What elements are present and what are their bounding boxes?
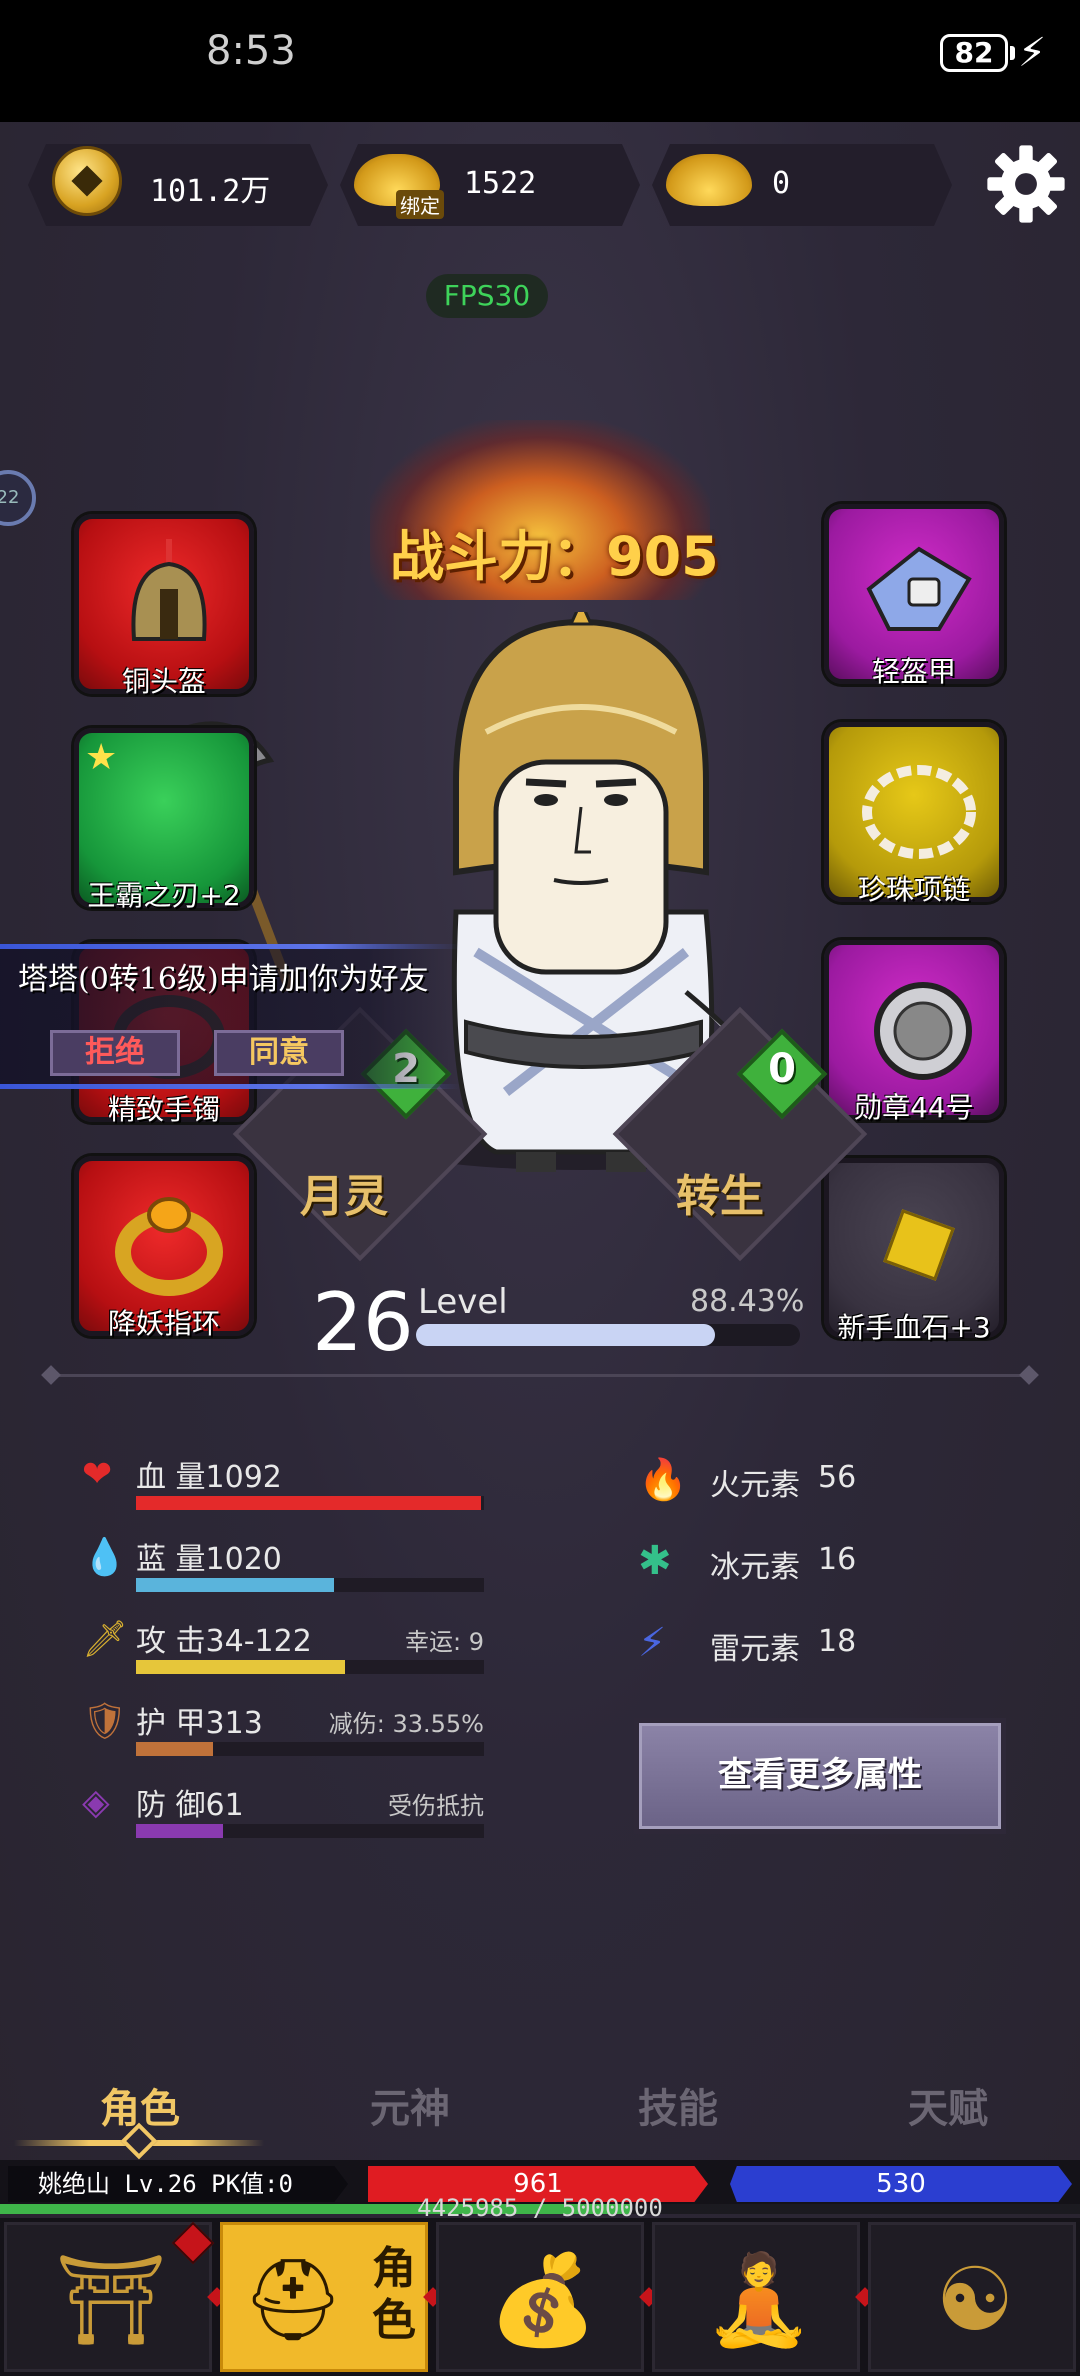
stat-name: 血 量1092: [136, 1460, 282, 1495]
nav-item[interactable]: ⛑ 角色: [220, 2222, 428, 2372]
element-value: 56: [818, 1460, 857, 1495]
rebirth-count: 0: [768, 1046, 796, 1092]
light-armor-icon: [866, 546, 972, 631]
equip-label-weapon: 王霸之刃+2: [87, 879, 241, 912]
accept-button[interactable]: 同意: [214, 1030, 344, 1076]
game-screen: { "status_bar": {"time": "8:53", "batter…: [0, 0, 1080, 2376]
star-icon: ★: [85, 737, 118, 778]
stat-fill: [136, 1496, 481, 1510]
shield-icon: 🛡: [82, 1701, 128, 1742]
lightning-icon: ⚡: [638, 1620, 667, 1666]
combat-power-value: 905: [606, 525, 719, 588]
element-value: 18: [818, 1624, 857, 1659]
banner-top-line: [0, 944, 460, 949]
gold-value: 0: [772, 166, 791, 201]
spirit-label: 月灵: [300, 1171, 388, 1222]
medal-icon: [874, 982, 972, 1080]
equip-label-bracelet: 精致手镯: [107, 1093, 220, 1126]
money-bag-icon: 💰: [488, 2248, 598, 2351]
divider-left-cap: [41, 1365, 61, 1385]
pearl-necklace-icon: [862, 765, 976, 859]
combat-power-sep: ：: [552, 525, 606, 588]
defense-emblem-icon: ◈: [82, 1782, 110, 1823]
tab-talent[interactable]: 天赋: [908, 2076, 988, 2134]
banner-bottom-line: [0, 1084, 460, 1089]
stat-name: 防 御61: [136, 1788, 244, 1823]
stat-name: 蓝 量1020: [136, 1542, 282, 1577]
stat-extra: 幸运: 9: [405, 1628, 484, 1656]
friend-request-text: 塔塔(0转16级)申请加你为好友: [18, 962, 429, 997]
element-name: 火元素: [710, 1468, 800, 1503]
sword-icon: 🗡: [82, 1619, 128, 1660]
tab-spirit[interactable]: 元神: [370, 2076, 450, 2134]
blood-stone-icon: [883, 1209, 955, 1281]
rebirth-label: 转生: [676, 1171, 764, 1222]
bound-tag: 绑定: [396, 190, 444, 219]
tab-skills[interactable]: 技能: [638, 2076, 718, 2134]
level-progress-fill: [416, 1324, 715, 1346]
element-name: 冰元素: [710, 1550, 800, 1585]
stat-name: 攻 击34-122: [136, 1624, 312, 1659]
level-label: Level: [418, 1282, 508, 1322]
battery-indicator: 82: [940, 34, 1008, 72]
element-name: 雷元素: [710, 1632, 800, 1667]
character-helmet-icon: ⛑: [242, 2253, 344, 2346]
stat-fill: [136, 1578, 335, 1592]
equip-label-ring: 降妖指环: [107, 1307, 220, 1340]
nav-item[interactable]: 💰: [436, 2222, 644, 2372]
side-level-badge[interactable]: 22: [0, 470, 36, 526]
stat-fill: [136, 1824, 223, 1838]
charging-bolt-icon: ⚡: [1018, 30, 1047, 76]
stat-name: 护 甲313: [136, 1706, 263, 1741]
equip-label-armor: 轻盔甲: [871, 655, 956, 688]
stat-fill: [136, 1660, 345, 1674]
meditation-icon: 🧘: [704, 2248, 814, 2351]
status-bar: [0, 0, 1080, 122]
water-drop-icon: 💧: [82, 1537, 127, 1578]
equip-label-helmet: 铜头盔: [121, 665, 206, 698]
combat-power-label: 战斗力: [390, 525, 552, 588]
equip-label-necklace: 珍珠项链: [857, 873, 970, 906]
divider-right-cap: [1019, 1365, 1039, 1385]
gold-ingot-icon: [666, 154, 752, 206]
status-time: 8:53: [206, 28, 296, 74]
battery-tip: [1010, 46, 1015, 60]
level-percent: 88.43%: [690, 1284, 805, 1319]
nav-item-label: 角色: [372, 2243, 416, 2346]
stat-extra: 受伤抵抗: [388, 1792, 484, 1820]
taoist-totem-icon: ☯: [935, 2248, 1015, 2351]
equip-label-bloodstone: 新手血石+3: [837, 1311, 991, 1344]
more-attributes-button[interactable]: 查看更多属性: [634, 1718, 1006, 1834]
nav-item[interactable]: ☯: [868, 2222, 1076, 2372]
fps-counter: FPS30: [426, 274, 548, 318]
reject-button[interactable]: 拒绝: [50, 1030, 180, 1076]
ice-icon: ✱: [638, 1538, 672, 1584]
element-value: 16: [818, 1542, 857, 1577]
combat-power: 战斗力：905: [390, 512, 719, 591]
ring-icon: [115, 1197, 223, 1296]
heart-icon: ❤: [82, 1454, 113, 1495]
stat-extra: 减伤: 33.55%: [328, 1710, 484, 1738]
fire-icon: 🔥: [638, 1457, 688, 1503]
level-number: 26: [312, 1276, 414, 1369]
nav-item[interactable]: 🧘: [652, 2222, 860, 2372]
bronze-helmet-icon: [131, 539, 207, 641]
copper-value: 101.2万: [150, 174, 271, 209]
bound-gold-value: 1522: [464, 166, 537, 201]
section-divider: [48, 1374, 1032, 1377]
stat-fill: [136, 1742, 213, 1756]
settings-gear-icon[interactable]: [984, 142, 1068, 226]
